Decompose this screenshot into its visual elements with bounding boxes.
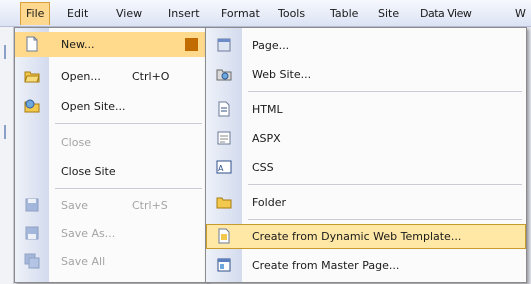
submenu-item-create-from-master-page[interactable]: Create from Master Page... [206, 253, 526, 278]
menu-tools[interactable]: Tools [278, 7, 305, 20]
menu-item-close-site[interactable]: Close Site [15, 159, 206, 184]
menu-item-open[interactable]: Open... Ctrl+O [15, 64, 206, 89]
menu-table[interactable]: Table [330, 7, 358, 20]
menu-item-label: Save As... [61, 227, 116, 240]
submenu-item-web-site[interactable]: Web Site... [206, 62, 526, 87]
web-site-icon [216, 69, 232, 81]
menu-item-label: Close Site [61, 165, 116, 178]
new-page-icon [26, 36, 38, 52]
submenu-item-label: Folder [252, 196, 286, 209]
svg-text:A: A [218, 164, 224, 173]
menu-item-new[interactable]: New... [15, 32, 206, 57]
submenu-item-create-from-dwt[interactable]: Create from Dynamic Web Template... [206, 224, 526, 249]
menu-item-label: Open Site... [61, 100, 126, 113]
menu-item-label: Save [61, 199, 89, 212]
submenu-arrow-icon [185, 38, 198, 51]
menu-separator [55, 188, 202, 189]
menu-format[interactable]: Format [221, 7, 260, 20]
menu-edit[interactable]: Edit [67, 7, 88, 20]
menu-window[interactable]: W [515, 7, 526, 20]
page-icon [217, 38, 231, 52]
folder-icon [216, 197, 232, 209]
new-submenu: Page... Web Site... HTML ASPX A CSS Fold… [205, 27, 527, 283]
submenu-item-css[interactable]: A CSS [206, 155, 526, 180]
submenu-item-label: CSS [252, 161, 274, 174]
save-icon [25, 198, 39, 212]
menu-item-shortcut: Ctrl+S [132, 199, 168, 212]
menu-item-shortcut: Ctrl+O [132, 70, 170, 83]
menu-item-label: Save All [61, 255, 106, 268]
menu-separator [248, 184, 522, 185]
open-folder-icon [24, 71, 40, 83]
css-icon: A [216, 160, 232, 174]
submenu-item-folder[interactable]: Folder [206, 190, 526, 215]
submenu-item-label: ASPX [252, 132, 281, 145]
menu-item-label: Close [61, 136, 91, 149]
menu-item-save-all[interactable]: Save All [15, 249, 206, 274]
menu-item-label: Open... [61, 70, 101, 83]
menu-insert[interactable]: Insert [168, 7, 200, 20]
submenu-item-label: Page... [252, 39, 290, 52]
menu-site[interactable]: Site [378, 7, 399, 20]
edge-marker [4, 125, 6, 139]
submenu-item-label: Create from Dynamic Web Template... [252, 230, 462, 243]
save-all-icon [24, 253, 40, 269]
dwt-icon [218, 228, 230, 244]
submenu-item-label: HTML [252, 103, 283, 116]
master-page-icon [217, 258, 231, 272]
edge-marker [4, 45, 6, 59]
menu-item-label: New... [61, 38, 95, 51]
menu-separator [248, 219, 522, 220]
submenu-item-html[interactable]: HTML [206, 97, 526, 122]
file-menu: New... Open... Ctrl+O Open Site... Close… [14, 27, 207, 283]
aspx-icon [217, 131, 231, 145]
submenu-item-aspx[interactable]: ASPX [206, 126, 526, 151]
menu-separator [55, 123, 202, 124]
menu-item-open-site[interactable]: Open Site... [15, 94, 206, 119]
menu-item-save[interactable]: Save Ctrl+S [15, 193, 206, 218]
menu-separator [248, 91, 522, 92]
submenu-item-label: Web Site... [252, 68, 312, 81]
open-site-icon [24, 99, 40, 113]
menu-data-view[interactable]: Data View [420, 7, 472, 20]
submenu-item-page[interactable]: Page... [206, 33, 526, 58]
submenu-item-label: Create from Master Page... [252, 259, 400, 272]
menu-bar: File Edit View Insert Format Tools Table… [0, 0, 531, 27]
app-background [0, 27, 14, 284]
menu-item-save-as[interactable]: Save As... [15, 221, 206, 246]
menu-item-close[interactable]: Close [15, 130, 206, 155]
html-icon [218, 101, 230, 117]
save-as-icon [25, 226, 39, 240]
menu-view[interactable]: View [116, 7, 142, 20]
menu-file[interactable]: File [20, 2, 51, 25]
